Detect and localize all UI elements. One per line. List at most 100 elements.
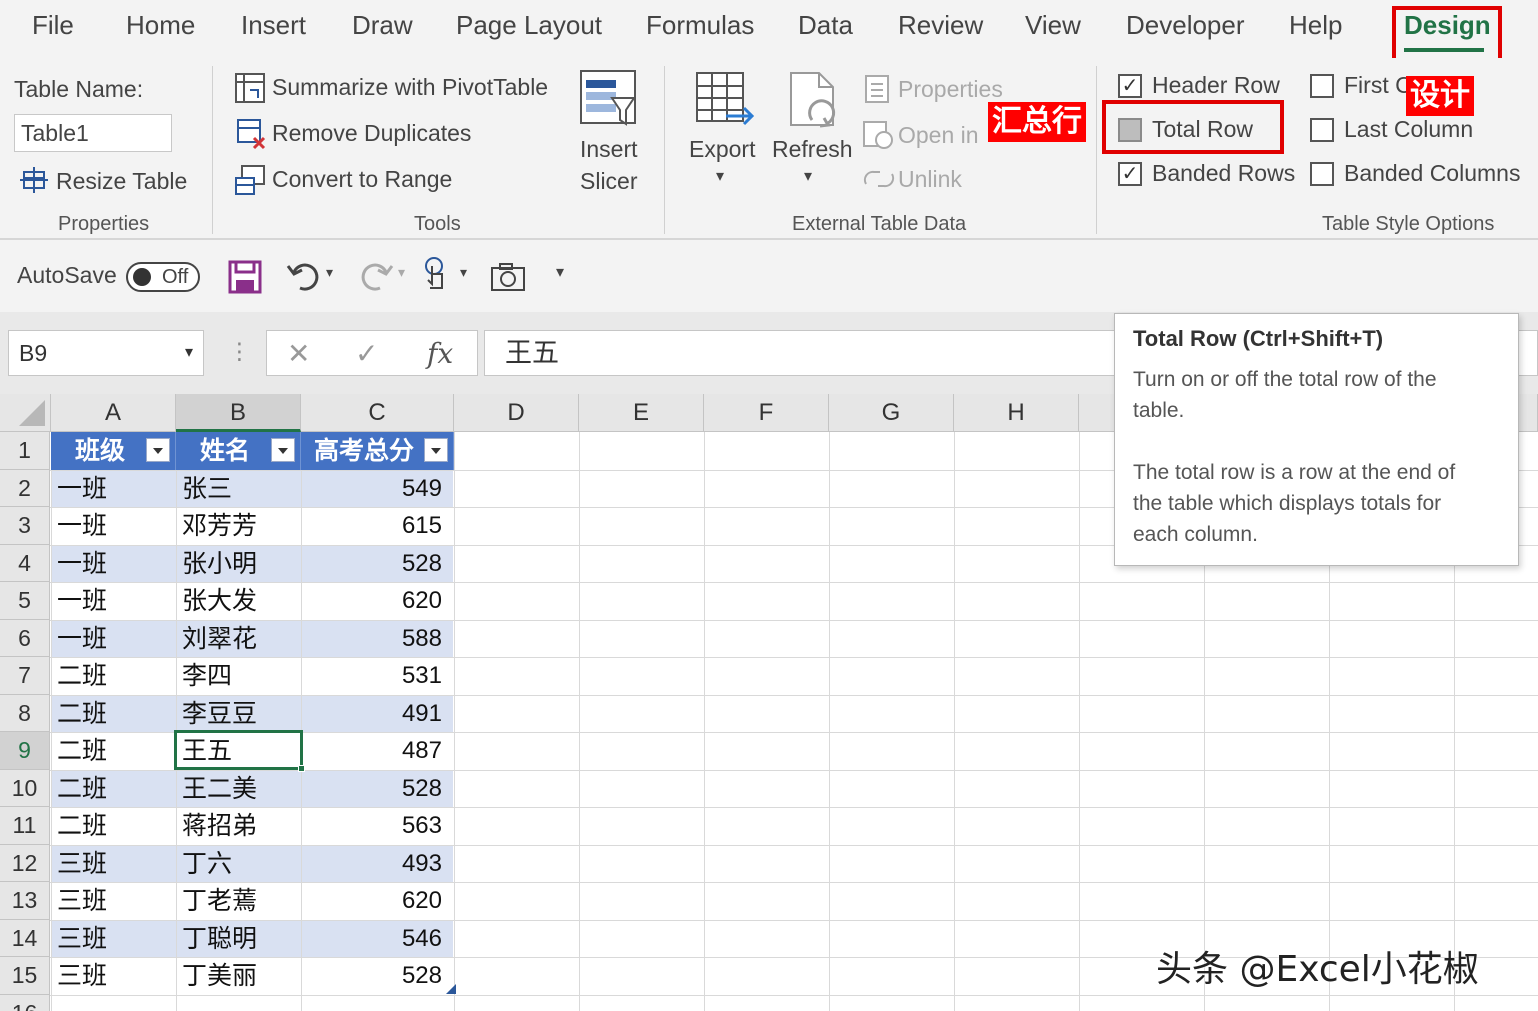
name-cell[interactable]: 刘翠花 [176,620,301,658]
insert-slicer-label-2[interactable]: Slicer [580,168,638,195]
row-header[interactable]: 14 [0,919,50,957]
score-cell[interactable]: 615 [301,507,454,545]
tab-help[interactable]: Help [1289,10,1342,41]
refresh-button[interactable]: Refresh [772,136,853,163]
class-cell[interactable]: 二班 [51,657,176,695]
row-header[interactable]: 6 [0,619,50,657]
camera-icon[interactable] [490,262,526,297]
score-cell[interactable]: 493 [301,845,454,883]
redo-icon[interactable] [358,258,394,299]
name-cell[interactable]: 李豆豆 [176,695,301,733]
last-column-checkbox[interactable] [1310,118,1334,142]
selected-cell-b9[interactable] [174,730,303,770]
filter-dropdown-icon[interactable] [424,438,448,462]
column-header-d[interactable]: D [454,394,579,432]
tab-formulas[interactable]: Formulas [646,10,754,41]
class-cell[interactable]: 三班 [51,845,176,883]
column-header-f[interactable]: F [704,394,829,432]
external-properties-button[interactable]: Properties [898,76,1003,103]
undo-dropdown-icon[interactable]: ▾ [326,264,333,281]
score-cell[interactable]: 620 [301,882,454,920]
unlink-button[interactable]: Unlink [898,166,962,193]
row-header[interactable]: 8 [0,694,50,732]
class-cell[interactable]: 二班 [51,807,176,845]
score-cell[interactable]: 528 [301,957,454,995]
tab-page-layout[interactable]: Page Layout [456,10,602,41]
score-cell[interactable]: 563 [301,807,454,845]
score-cell[interactable]: 528 [301,770,454,808]
score-cell[interactable]: 531 [301,657,454,695]
customize-qat-icon[interactable]: ▾ [556,262,564,282]
name-cell[interactable]: 王二美 [176,770,301,808]
class-cell[interactable]: 二班 [51,770,176,808]
fill-handle[interactable] [298,765,305,772]
class-cell[interactable]: 一班 [51,470,176,508]
banded-columns-checkbox[interactable] [1310,162,1334,186]
remove-duplicates-button[interactable]: Remove Duplicates [272,120,471,147]
row-header[interactable]: 11 [0,807,50,845]
insert-slicer-label-1[interactable]: Insert [580,136,638,163]
first-column-checkbox[interactable] [1310,74,1334,98]
row-header[interactable]: 10 [0,769,50,807]
summarize-pivottable-button[interactable]: Summarize with PivotTable [272,74,548,101]
refresh-dropdown-icon[interactable]: ▾ [804,166,812,186]
row-header[interactable]: 3 [0,507,50,545]
row-header[interactable]: 13 [0,882,50,920]
tab-developer[interactable]: Developer [1126,10,1245,41]
touch-mode-icon[interactable] [422,256,452,301]
name-cell[interactable]: 丁六 [176,845,301,883]
row-header[interactable]: 12 [0,844,50,882]
column-header-h[interactable]: H [954,394,1079,432]
table-name-input[interactable]: Table1 [14,114,172,152]
tab-data[interactable]: Data [798,10,853,41]
row-header[interactable]: 9 [0,732,50,770]
class-cell[interactable]: 三班 [51,920,176,958]
name-cell[interactable]: 丁聪明 [176,920,301,958]
column-header-c[interactable]: C [301,394,454,432]
class-cell[interactable]: 一班 [51,545,176,583]
touch-mode-dropdown-icon[interactable]: ▾ [460,264,467,281]
tab-insert[interactable]: Insert [241,10,306,41]
class-cell[interactable]: 一班 [51,620,176,658]
score-cell[interactable]: 549 [301,470,454,508]
select-all-corner[interactable] [0,394,51,432]
column-header-e[interactable]: E [579,394,704,432]
redo-dropdown-icon[interactable]: ▾ [398,264,405,281]
class-cell[interactable]: 二班 [51,695,176,733]
enter-icon[interactable]: ✓ [355,337,378,370]
score-cell[interactable]: 620 [301,582,454,620]
row-header[interactable]: 5 [0,582,50,620]
row-header[interactable]: 16 [0,994,50,1011]
name-box[interactable]: B9 ▾ [8,330,204,376]
export-dropdown-icon[interactable]: ▾ [716,166,724,186]
header-row-checkbox[interactable]: ✓ [1118,74,1142,98]
row-header[interactable]: 15 [0,957,50,995]
class-cell[interactable]: 三班 [51,957,176,995]
score-cell[interactable]: 546 [301,920,454,958]
table-resize-handle[interactable] [446,984,456,994]
name-box-dropdown-icon[interactable]: ▾ [185,331,193,375]
row-header[interactable]: 2 [0,469,50,507]
column-header-a[interactable]: A [51,394,176,432]
insert-function-button[interactable]: fx [427,337,453,370]
tab-draw[interactable]: Draw [352,10,413,41]
cancel-icon[interactable]: ✕ [287,337,310,370]
score-cell[interactable]: 491 [301,695,454,733]
export-button[interactable]: Export [689,136,755,163]
autosave-toggle[interactable]: Off [126,262,200,292]
class-cell[interactable]: 一班 [51,507,176,545]
name-cell[interactable]: 李四 [176,657,301,695]
column-header-b[interactable]: B [176,394,301,432]
filter-dropdown-icon[interactable] [146,438,170,462]
name-cell[interactable]: 张三 [176,470,301,508]
open-in-browser-button[interactable]: Open in [898,122,979,149]
filter-dropdown-icon[interactable] [271,438,295,462]
convert-to-range-button[interactable]: Convert to Range [272,166,452,193]
tab-view[interactable]: View [1025,10,1081,41]
row-header[interactable]: 4 [0,544,50,582]
name-cell[interactable]: 丁老蔫 [176,882,301,920]
tab-review[interactable]: Review [898,10,983,41]
name-cell[interactable]: 张小明 [176,545,301,583]
tab-home[interactable]: Home [126,10,195,41]
tab-file[interactable]: File [32,10,74,41]
